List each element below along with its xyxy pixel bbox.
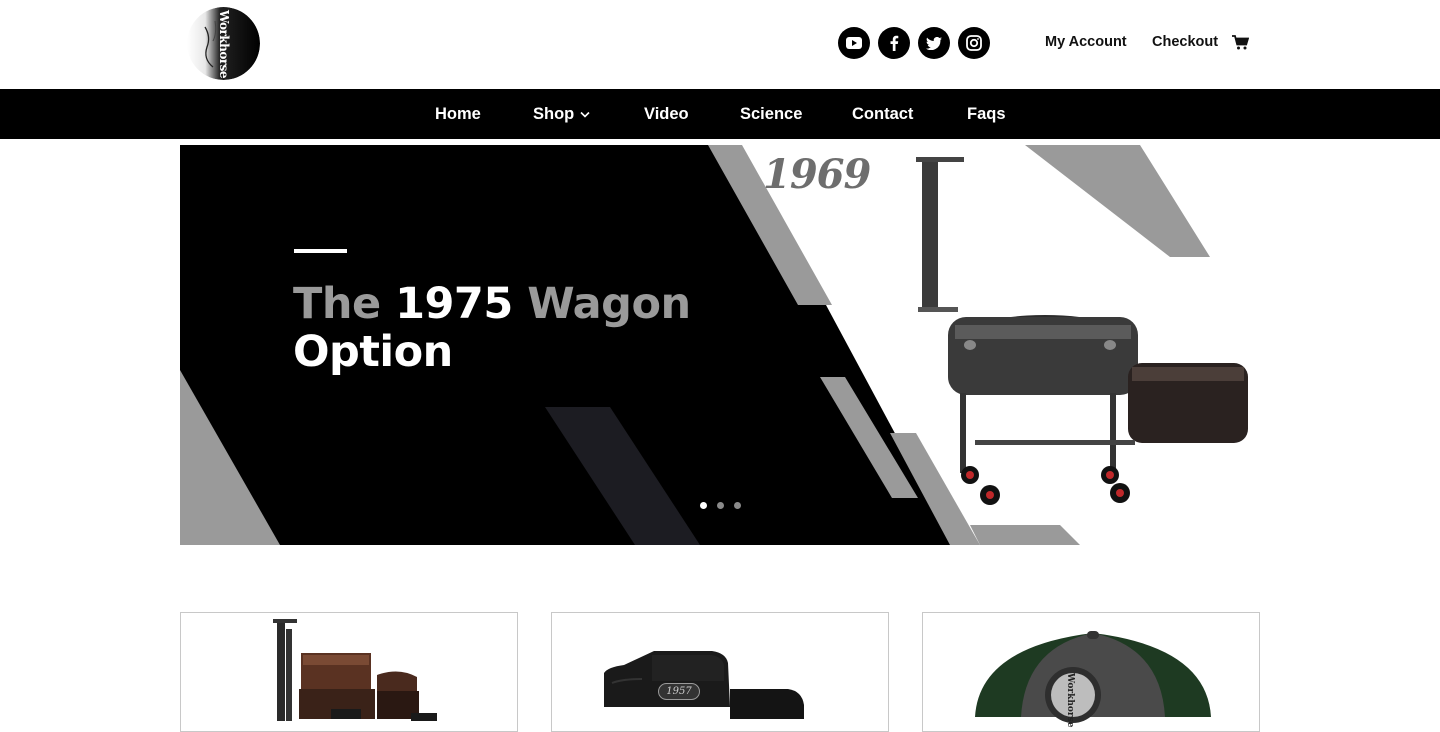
nav-item-home[interactable]: Home [435,105,481,124]
twitter-link[interactable] [918,27,950,59]
offset-smoker-product-image [273,619,437,721]
slider-dot-2[interactable] [717,502,724,509]
youtube-icon [846,37,862,49]
chevron-down-icon [580,112,590,118]
nav-item-science[interactable]: Science [740,105,802,124]
cart-icon[interactable] [1232,35,1249,50]
site-logo[interactable]: Workhorse [187,7,260,80]
nav-item-video[interactable]: Video [644,105,689,124]
instagram-icon [966,35,982,51]
hero-title: The 1975 Wagon Option [293,280,691,376]
hero-title-word-2: 1975 [395,279,513,329]
main-nav: Home Shop Video Science Contact Faqs [0,89,1440,139]
nav-item-faqs[interactable]: Faqs [967,105,1006,124]
nav-item-shop[interactable]: Shop [533,105,590,124]
nav-item-contact[interactable]: Contact [852,105,913,124]
hero-year-label: 1969 [763,151,871,198]
hero-title-line-2: Option [293,327,453,377]
smoker-cover-product-image [604,651,804,719]
hero-slider[interactable]: The 1975 Wagon Option 1969 [180,145,1260,545]
youtube-link[interactable] [838,27,870,59]
cover-brand-badge: 1957 [658,683,700,700]
site-header: Workhorse My Account Checkout [0,0,1440,89]
hat-brand-text: Workhorse [1065,673,1075,728]
trucker-hat-product-image [975,631,1211,723]
product-card-hat[interactable]: Workhorse [922,612,1260,732]
checkout-link[interactable]: Checkout [1152,34,1218,50]
slider-dot-3[interactable] [734,502,741,509]
product-card-smoker[interactable] [180,612,518,732]
instagram-link[interactable] [958,27,990,59]
nav-item-shop-label: Shop [533,105,575,123]
hero-title-word-3: Wagon [527,279,691,329]
my-account-link[interactable]: My Account [1045,34,1127,50]
hero-accent-line [294,249,347,253]
hero-title-word-1: The [293,279,381,329]
twitter-icon [926,36,942,50]
logo-wordmark: Workhorse [216,9,231,78]
facebook-icon [890,35,899,51]
facebook-link[interactable] [878,27,910,59]
product-card-cover[interactable]: 1957 [551,612,889,732]
slider-dot-1[interactable] [700,502,707,509]
